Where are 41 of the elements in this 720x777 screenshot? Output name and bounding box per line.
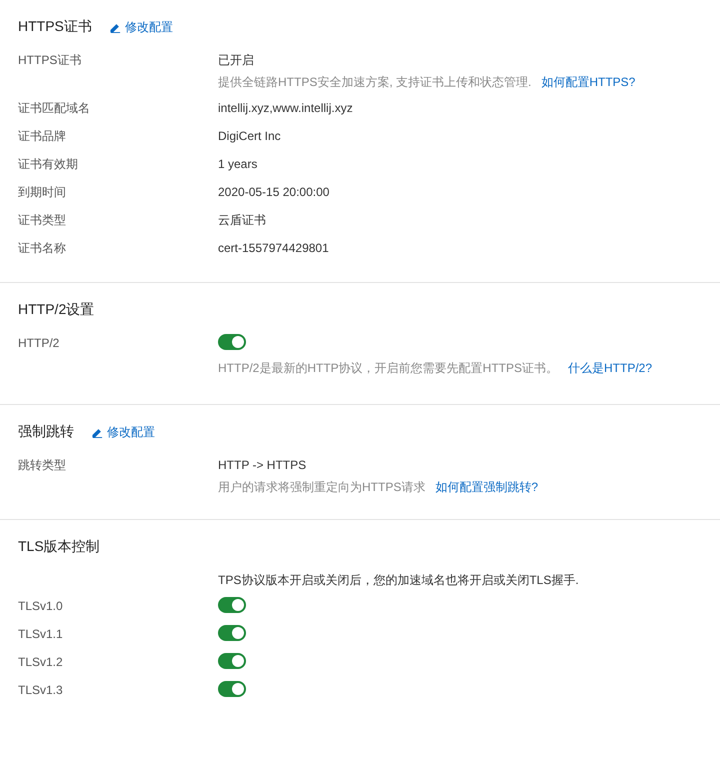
- help-link[interactable]: 如何配置强制跳转?: [435, 480, 538, 494]
- section-title: 强制跳转: [18, 423, 74, 441]
- edit-link[interactable]: 修改配置: [110, 18, 173, 36]
- field-label: 跳转类型: [18, 457, 67, 474]
- toggle-switch[interactable]: [218, 334, 246, 350]
- toggle-switch[interactable]: [218, 625, 246, 641]
- field-value: 2020-05-15 20:00:00: [218, 184, 330, 201]
- field-label: 证书品牌: [18, 128, 67, 145]
- help-text: 提供全链路HTTPS安全加速方案, 支持证书上传和状态管理. 如何配置HTTPS?: [218, 74, 636, 91]
- field-value: 云盾证书: [218, 212, 266, 229]
- field-label: HTTP/2: [18, 335, 60, 352]
- field-value: intellij.xyz,www.intellij.xyz: [218, 100, 353, 117]
- field-label: 证书有效期: [18, 156, 79, 173]
- field-label: TLSv1.0: [18, 598, 64, 615]
- field-label: HTTPS证书: [18, 52, 82, 69]
- help-text: 用户的请求将强制重定向为HTTPS请求 如何配置强制跳转?: [218, 479, 540, 496]
- field-label: 到期时间: [18, 184, 67, 201]
- section-title: HTTPS证书: [18, 18, 92, 36]
- field-label: 证书匹配域名: [18, 100, 91, 117]
- field-value: DigiCert Inc: [218, 128, 281, 145]
- field-value: HTTP -> HTTPS: [218, 457, 306, 474]
- field-label: 证书名称: [18, 240, 67, 257]
- edit-link[interactable]: 修改配置: [92, 424, 155, 440]
- section-title: TLS版本控制: [18, 538, 100, 556]
- pencil-icon: [92, 426, 103, 438]
- help-text: HTTP/2是最新的HTTP协议，开启前您需要先配置HTTPS证书。 什么是HTTP/2?: [218, 360, 654, 377]
- field-label: TLSv1.2: [18, 654, 64, 671]
- field-value: cert-1557974429801: [218, 240, 329, 257]
- help-link[interactable]: 什么是HTTP/2?: [568, 361, 652, 375]
- help-link[interactable]: 如何配置HTTPS?: [541, 75, 636, 89]
- section-title: HTTP/2设置: [18, 301, 94, 319]
- info-text: TPS协议版本开启或关闭后，您的加速域名也将开启或关闭TLS握手.: [218, 572, 580, 589]
- pencil-icon: [110, 22, 121, 32]
- field-value: 已开启: [218, 52, 254, 69]
- toggle-switch[interactable]: [218, 597, 246, 613]
- field-label: TLSv1.1: [18, 626, 64, 643]
- field-value: 1 years: [218, 156, 258, 173]
- toggle-switch[interactable]: [218, 681, 246, 697]
- toggle-switch[interactable]: [218, 653, 246, 669]
- field-label: 证书类型: [18, 212, 67, 229]
- field-label: TLSv1.3: [18, 682, 64, 699]
